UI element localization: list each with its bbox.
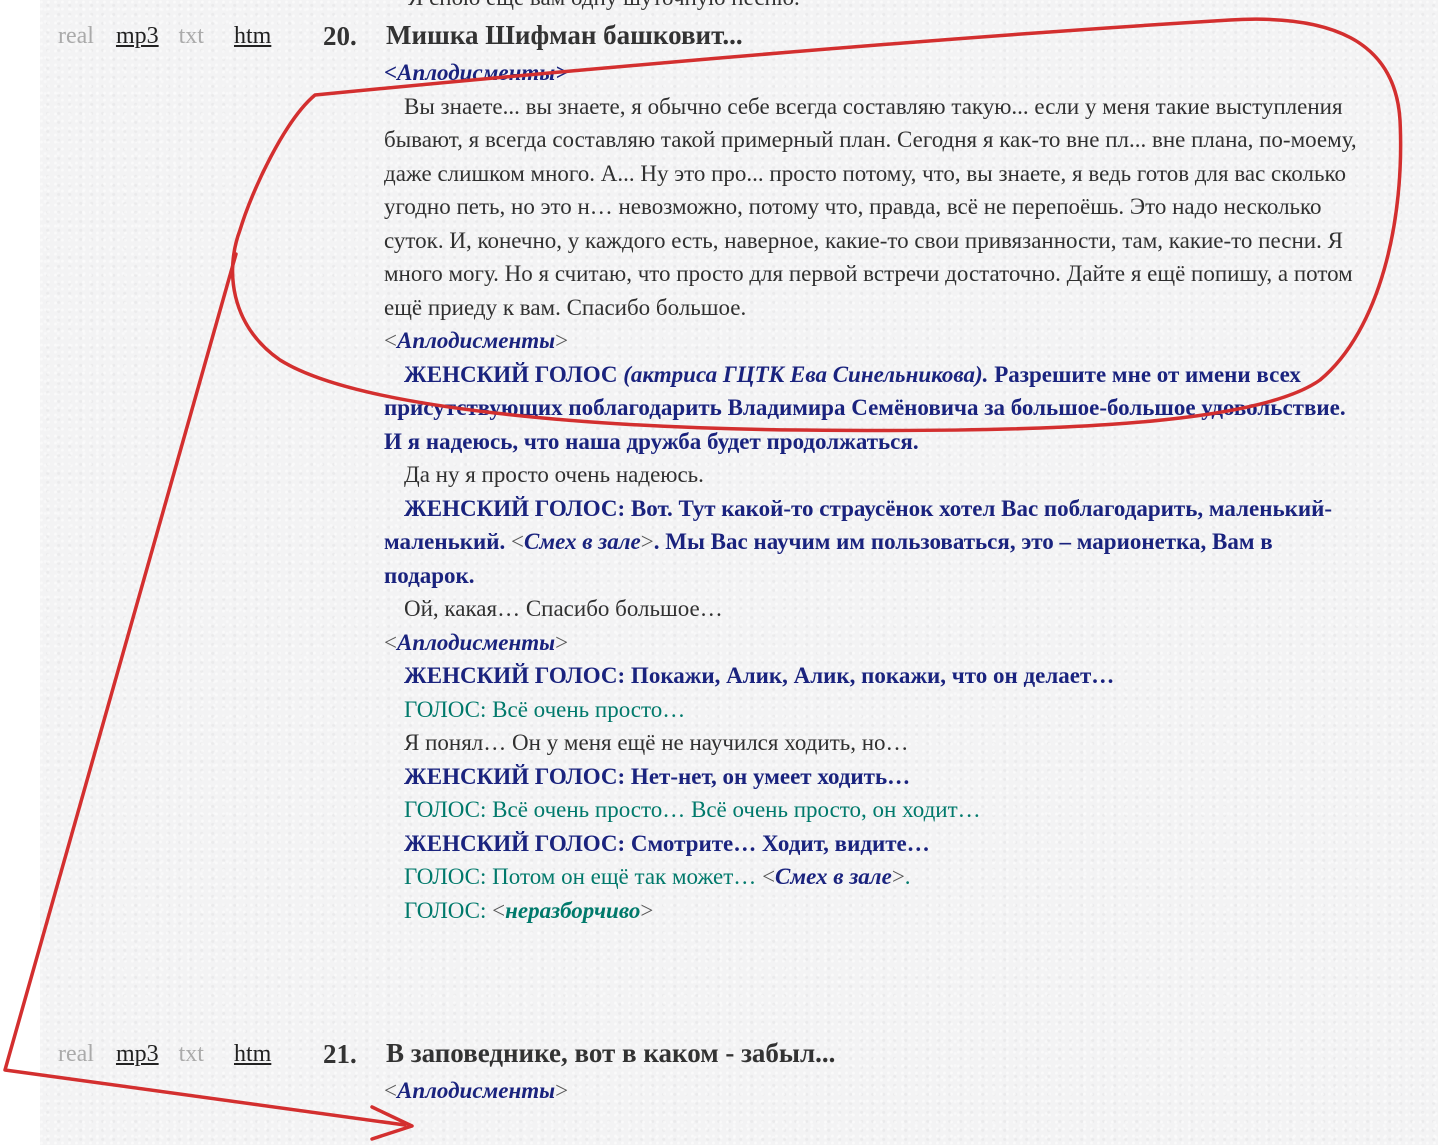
txt-link[interactable]: txt [179, 1042, 204, 1066]
voice-line: ГОЛОС: <неразборчиво> [404, 897, 654, 923]
page: Я спою еще вам одну шуточную песню. real… [0, 0, 1438, 1145]
speaker-line: Да ну я просто очень надеюсь. [404, 462, 704, 487]
item-21-title: В заповеднике, вот в каком - забыл... [386, 1038, 836, 1068]
voice-line: ГОЛОС: Всё очень просто… Всё очень прост… [404, 797, 981, 822]
applause-annotation: <Аплодисменты> [384, 328, 569, 353]
mp3-link[interactable]: mp3 [116, 24, 159, 48]
voice-line: ГОЛОС: Потом он ещё так может… <Смех в з… [404, 864, 911, 889]
female-voice-line: ЖЕНСКИЙ ГОЛОС (актриса ГЦТК Ева Синельни… [384, 361, 1346, 454]
applause-annotation: <Аплодисменты> [384, 629, 569, 655]
htm-link[interactable]: htm [234, 1042, 271, 1066]
item-20-links: real mp3 txt htm [58, 24, 271, 48]
female-voice-line: ЖЕНСКИЙ ГОЛОС: Покажи, Алик, Алик, покаж… [404, 663, 1115, 688]
applause-annotation: <Аплодисменты> [384, 1078, 569, 1103]
txt-link[interactable]: txt [179, 24, 204, 48]
female-voice-line: ЖЕНСКИЙ ГОЛОС: Вот. Тут какой-то страусё… [384, 495, 1333, 588]
voice-line: ГОЛОС: Всё очень просто… [404, 696, 686, 722]
speaker-line: Я понял… Он у меня ещё не научился ходит… [404, 730, 909, 755]
female-voice-line: ЖЕНСКИЙ ГОЛОС: Смотрите… Ходит, видите… [404, 830, 930, 856]
item-21-number: 21. [323, 1039, 357, 1069]
real-link[interactable]: real [58, 1042, 94, 1066]
cutoff-line: Я спою еще вам одну шуточную песню. [408, 0, 800, 9]
applause-annotation: <Аплодисменты> [384, 60, 569, 85]
item-20-transcript: <Аплодисменты> Вы знаете... вы знаете, я… [384, 56, 1359, 927]
mp3-link[interactable]: mp3 [116, 1042, 159, 1066]
item-20-title: Мишка Шифман башковит... [386, 20, 743, 50]
female-voice-line: ЖЕНСКИЙ ГОЛОС: Нет-нет, он умеет ходить… [404, 763, 911, 789]
item-20-number: 20. [323, 21, 357, 51]
speaker-line: Ой, какая… Спасибо большое… [404, 596, 723, 621]
htm-link[interactable]: htm [234, 24, 271, 48]
speaker-paragraph: Вы знаете... вы знаете, я обычно себе вс… [384, 93, 1357, 320]
real-link[interactable]: real [58, 24, 94, 48]
item-21-links: real mp3 txt htm [58, 1042, 271, 1066]
